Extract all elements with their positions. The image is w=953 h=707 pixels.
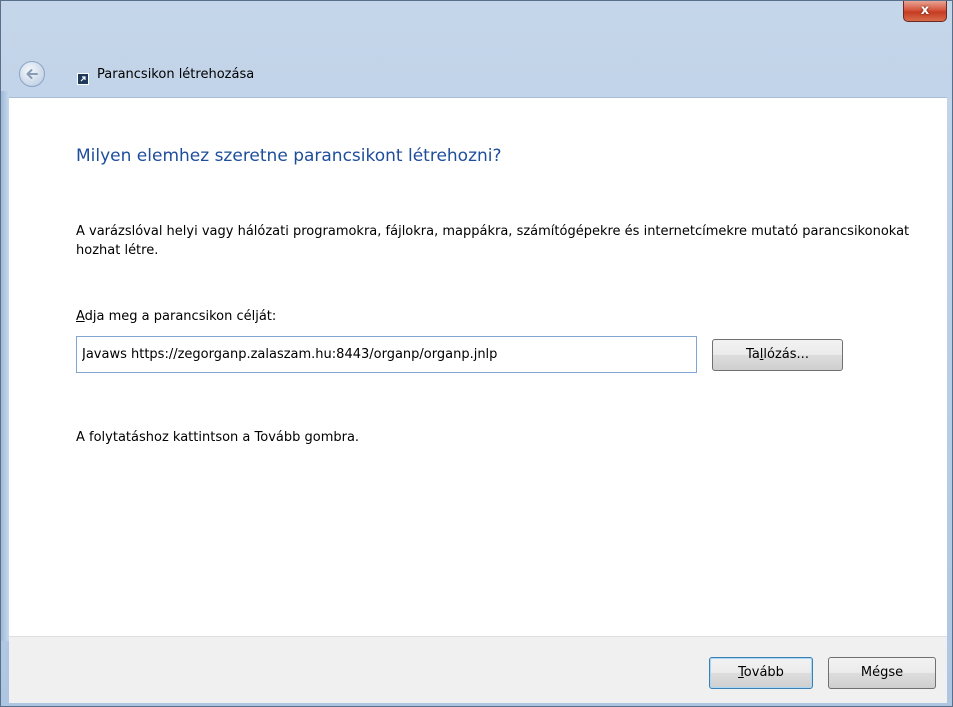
browse-label-post: lózás... xyxy=(763,347,809,362)
wizard-window: x Parancsikon létrehozása Milyen elemhez… xyxy=(0,0,953,707)
target-field-label: Adja meg a parancsikon célját: xyxy=(76,309,276,324)
back-button[interactable] xyxy=(19,61,45,87)
target-field-label-text: dja meg a parancsikon célját: xyxy=(84,309,277,324)
description-text: A varázslóval helyi vagy hálózati progra… xyxy=(76,224,910,258)
shortcut-icon xyxy=(77,73,89,85)
next-button[interactable]: Tovább xyxy=(709,657,813,689)
cancel-button[interactable]: Mégse xyxy=(828,657,936,689)
close-button[interactable]: x xyxy=(903,1,947,22)
wizard-nav-bar: Parancsikon létrehozása xyxy=(9,57,944,97)
target-location-input[interactable] xyxy=(76,336,697,373)
target-field-label-accel: A xyxy=(76,309,85,324)
browse-label-pre: Ta xyxy=(746,347,760,362)
browse-button[interactable]: Tallózás... xyxy=(712,339,843,371)
title-bar[interactable]: x xyxy=(1,1,952,31)
wizard-footer: Tovább Mégse xyxy=(9,636,947,703)
next-label-text: ovább xyxy=(743,665,784,680)
page-heading: Milyen elemhez szeretne parancsikont lét… xyxy=(76,146,502,166)
window-frame-edge xyxy=(1,91,9,641)
back-arrow-icon[interactable] xyxy=(25,67,39,81)
wizard-title: Parancsikon létrehozása xyxy=(97,67,255,82)
close-icon[interactable]: x xyxy=(921,3,929,18)
continue-hint: A folytatáshoz kattintson a Tovább gombr… xyxy=(76,430,360,445)
wizard-content: Milyen elemhez szeretne parancsikont lét… xyxy=(9,97,947,637)
